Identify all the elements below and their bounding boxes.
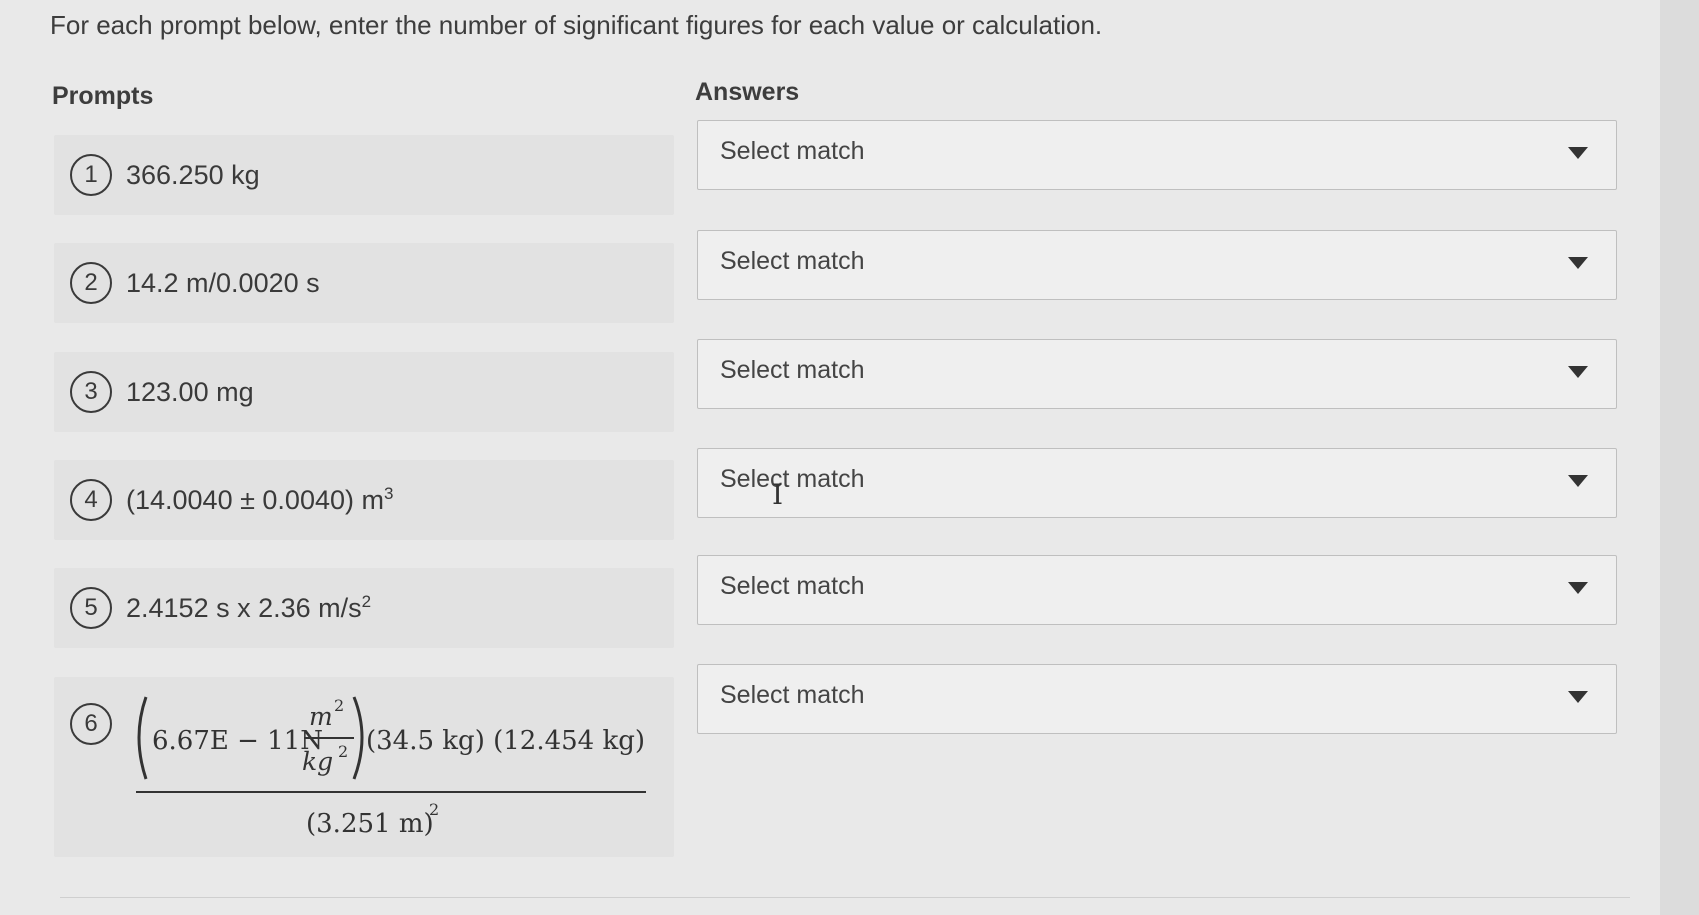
prompt-row-4: 4 (14.0040 ± 0.0040) m3 xyxy=(54,460,674,540)
page-right-margin xyxy=(1660,0,1699,915)
dropdown-placeholder: Select match xyxy=(720,681,865,709)
fraction-denominator: kg xyxy=(302,747,333,776)
prompt-number-badge: 3 xyxy=(70,371,112,413)
formula-denominator-exp: 2 xyxy=(429,800,439,819)
right-paren xyxy=(352,696,364,780)
instructions-text: For each prompt below, enter the number … xyxy=(50,10,1103,40)
prompt-text-exponent: 3 xyxy=(383,483,394,503)
dropdown-placeholder: Select match xyxy=(720,247,865,275)
formula-coefficient: 6.67E − 11N xyxy=(152,726,323,756)
formula-denominator: (3.251 m) xyxy=(306,809,434,839)
answers-header: Answers xyxy=(695,78,800,106)
prompt-number-badge: 2 xyxy=(70,262,112,304)
answer-dropdown-6[interactable]: Select match xyxy=(697,664,1617,734)
chevron-down-icon xyxy=(1568,475,1588,487)
fraction-numerator-exp: 2 xyxy=(334,696,344,715)
chevron-down-icon xyxy=(1568,582,1588,594)
prompt-text: (14.0040 ± 0.0040) m3 xyxy=(126,485,393,516)
answer-dropdown-5[interactable]: Select match xyxy=(697,555,1617,625)
prompt-number-badge: 1 xyxy=(70,154,112,196)
dropdown-placeholder: Select match xyxy=(720,572,865,600)
answer-dropdown-4[interactable]: Select match xyxy=(697,448,1617,518)
dropdown-placeholder: Select match xyxy=(720,465,865,493)
prompt-text-exponent: 2 xyxy=(361,591,372,611)
prompt-text-main: (14.0040 ± 0.0040) m xyxy=(126,484,384,515)
answer-dropdown-3[interactable]: Select match xyxy=(697,339,1617,409)
chevron-down-icon xyxy=(1568,691,1588,703)
chevron-down-icon xyxy=(1568,366,1588,378)
prompt-row-3: 3 123.00 mg xyxy=(54,352,674,432)
prompt-row-1: 1 366.250 kg xyxy=(54,135,674,215)
chevron-down-icon xyxy=(1568,257,1588,269)
formula-masses: (34.5 kg) (12.454 kg) xyxy=(366,726,645,756)
fraction-numerator: m xyxy=(309,702,333,731)
chevron-down-icon xyxy=(1568,147,1588,159)
prompt-text: 123.00 mg xyxy=(126,376,254,407)
prompts-header: Prompts xyxy=(52,82,154,110)
dropdown-placeholder: Select match xyxy=(720,137,865,165)
prompt-text: 2.4152 s x 2.36 m/s2 xyxy=(126,593,371,624)
prompt-row-2: 2 14.2 m/0.0020 s xyxy=(54,243,674,323)
answer-dropdown-2[interactable]: Select match xyxy=(697,230,1617,300)
prompt-number-badge: 5 xyxy=(70,587,112,629)
fraction-denominator-exp: 2 xyxy=(338,742,348,761)
prompt-text: 14.2 m/0.0020 s xyxy=(126,267,320,298)
dropdown-placeholder: Select match xyxy=(720,356,865,384)
prompt-row-6: 6 6.67E − 11N m 2 kg 2 (34.5 kg) (12.454… xyxy=(54,677,674,857)
prompt-text-main: 2.4152 s x 2.36 m/s xyxy=(126,592,362,623)
prompt-number-badge: 4 xyxy=(70,479,112,521)
answer-dropdown-1[interactable]: Select match xyxy=(697,120,1617,190)
prompt-number-badge: 6 xyxy=(70,703,112,745)
prompt-row-5: 5 2.4152 s x 2.36 m/s2 xyxy=(54,568,674,648)
bottom-divider xyxy=(60,897,1630,898)
formula-expression: 6.67E − 11N m 2 kg 2 (34.5 kg) (12.454 k… xyxy=(136,696,646,839)
left-paren xyxy=(137,696,148,780)
prompt-text: 366.250 kg xyxy=(126,159,260,190)
text-cursor-icon: I xyxy=(772,478,784,511)
